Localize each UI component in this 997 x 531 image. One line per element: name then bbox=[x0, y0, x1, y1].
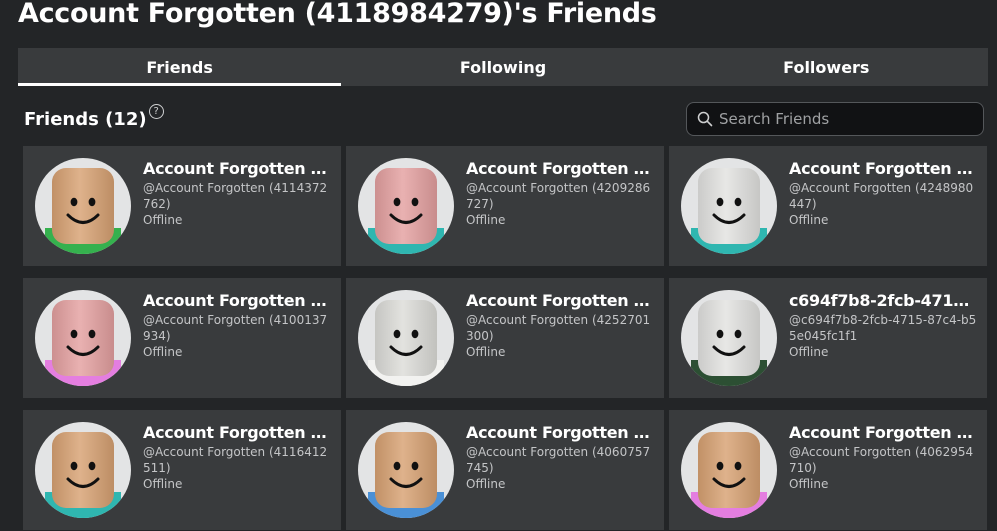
friend-card[interactable]: Account Forgotten (4100137934) @Account … bbox=[23, 278, 341, 398]
friend-handle: @c694f7b8-2fcb-4715-87c4-b55e045fc1f1 bbox=[789, 313, 977, 343]
friend-info: c694f7b8-2fcb-4715-87c4-b55e045fc1f1 @c6… bbox=[789, 290, 977, 361]
tab-friends[interactable]: Friends bbox=[18, 48, 342, 86]
friend-status: Offline bbox=[789, 477, 829, 491]
friend-handle: @Account Forgotten (4060757745) bbox=[466, 445, 651, 475]
friend-card[interactable]: Account Forgotten (4252701300) @Account … bbox=[346, 278, 664, 398]
friend-handle: @Account Forgotten (4252701300) bbox=[466, 313, 651, 343]
friend-info: Account Forgotten (4100137934) @Account … bbox=[143, 290, 331, 361]
friend-name[interactable]: Account Forgotten (4252701300) bbox=[466, 290, 654, 312]
smiley-face-icon bbox=[389, 461, 423, 488]
friend-name[interactable]: Account Forgotten (4114372762) bbox=[143, 158, 331, 180]
friend-card[interactable]: Account Forgotten (4209286727) @Account … bbox=[346, 146, 664, 266]
friend-handle: @Account Forgotten (4114372762) bbox=[143, 181, 328, 211]
smiley-face-icon bbox=[66, 329, 100, 356]
smiley-face-icon bbox=[66, 461, 100, 488]
friend-name[interactable]: Account Forgotten (4062954710) bbox=[789, 422, 977, 444]
friend-card[interactable]: Account Forgotten (4114372762) @Account … bbox=[23, 146, 341, 266]
smiley-face-icon bbox=[712, 329, 746, 356]
friend-name[interactable]: Account Forgotten (4116412511) bbox=[143, 422, 331, 444]
friend-card[interactable]: Account Forgotten (4062954710) @Account … bbox=[669, 410, 987, 530]
friend-card[interactable]: Account Forgotten (4116412511) @Account … bbox=[23, 410, 341, 530]
avatar[interactable] bbox=[358, 422, 454, 518]
friend-card[interactable]: Account Forgotten (4248980447) @Account … bbox=[669, 146, 987, 266]
avatar[interactable] bbox=[358, 158, 454, 254]
friend-status: Offline bbox=[143, 477, 183, 491]
friend-name[interactable]: Account Forgotten (4248980447) bbox=[789, 158, 977, 180]
smiley-face-icon bbox=[712, 197, 746, 224]
friend-status: Offline bbox=[143, 345, 183, 359]
friend-handle: @Account Forgotten (4062954710) bbox=[789, 445, 974, 475]
smiley-face-icon bbox=[389, 197, 423, 224]
friends-section-header: Friends (12) ? bbox=[24, 103, 164, 134]
search-box bbox=[686, 102, 984, 136]
friend-status: Offline bbox=[466, 213, 506, 227]
friend-name[interactable]: Account Forgotten (4060757745) bbox=[466, 422, 654, 444]
page-title: Account Forgotten (4118984279)'s Friends bbox=[18, 0, 657, 29]
friend-handle: @Account Forgotten (4248980447) bbox=[789, 181, 974, 211]
friend-info: Account Forgotten (4114372762) @Account … bbox=[143, 158, 331, 229]
avatar[interactable] bbox=[681, 422, 777, 518]
tab-following[interactable]: Following bbox=[341, 48, 664, 86]
avatar[interactable] bbox=[35, 422, 131, 518]
help-circle-icon[interactable]: ? bbox=[148, 103, 164, 119]
friend-info: Account Forgotten (4252701300) @Account … bbox=[466, 290, 654, 361]
friend-card[interactable]: c694f7b8-2fcb-4715-87c4-b55e045fc1f1 @c6… bbox=[669, 278, 987, 398]
friend-status: Offline bbox=[143, 213, 183, 227]
friend-handle: @Account Forgotten (4116412511) bbox=[143, 445, 328, 475]
friend-name[interactable]: c694f7b8-2fcb-4715-87c4-b55e045fc1f1 bbox=[789, 290, 977, 312]
friend-status: Offline bbox=[466, 477, 506, 491]
friend-info: Account Forgotten (4116412511) @Account … bbox=[143, 422, 331, 493]
friend-info: Account Forgotten (4062954710) @Account … bbox=[789, 422, 977, 493]
friend-info: Account Forgotten (4060757745) @Account … bbox=[466, 422, 654, 493]
friends-count-title: Friends (12) bbox=[24, 108, 147, 130]
avatar[interactable] bbox=[35, 158, 131, 254]
friend-status: Offline bbox=[466, 345, 506, 359]
friend-handle: @Account Forgotten (4100137934) bbox=[143, 313, 328, 343]
friend-name[interactable]: Account Forgotten (4100137934) bbox=[143, 290, 331, 312]
avatar[interactable] bbox=[681, 290, 777, 386]
friends-grid: Account Forgotten (4114372762) @Account … bbox=[23, 146, 987, 530]
friend-status: Offline bbox=[789, 345, 829, 359]
tab-followers[interactable]: Followers bbox=[665, 48, 988, 86]
smiley-face-icon bbox=[66, 197, 100, 224]
search-icon bbox=[697, 111, 713, 127]
avatar[interactable] bbox=[358, 290, 454, 386]
smiley-face-icon bbox=[389, 329, 423, 356]
avatar[interactable] bbox=[681, 158, 777, 254]
avatar[interactable] bbox=[35, 290, 131, 386]
friend-card[interactable]: Account Forgotten (4060757745) @Account … bbox=[346, 410, 664, 530]
friend-info: Account Forgotten (4209286727) @Account … bbox=[466, 158, 654, 229]
smiley-face-icon bbox=[712, 461, 746, 488]
tab-bar: Friends Following Followers bbox=[18, 48, 988, 86]
friend-name[interactable]: Account Forgotten (4209286727) bbox=[466, 158, 654, 180]
friend-info: Account Forgotten (4248980447) @Account … bbox=[789, 158, 977, 229]
search-input[interactable] bbox=[719, 110, 969, 128]
friend-handle: @Account Forgotten (4209286727) bbox=[466, 181, 651, 211]
friend-status: Offline bbox=[789, 213, 829, 227]
